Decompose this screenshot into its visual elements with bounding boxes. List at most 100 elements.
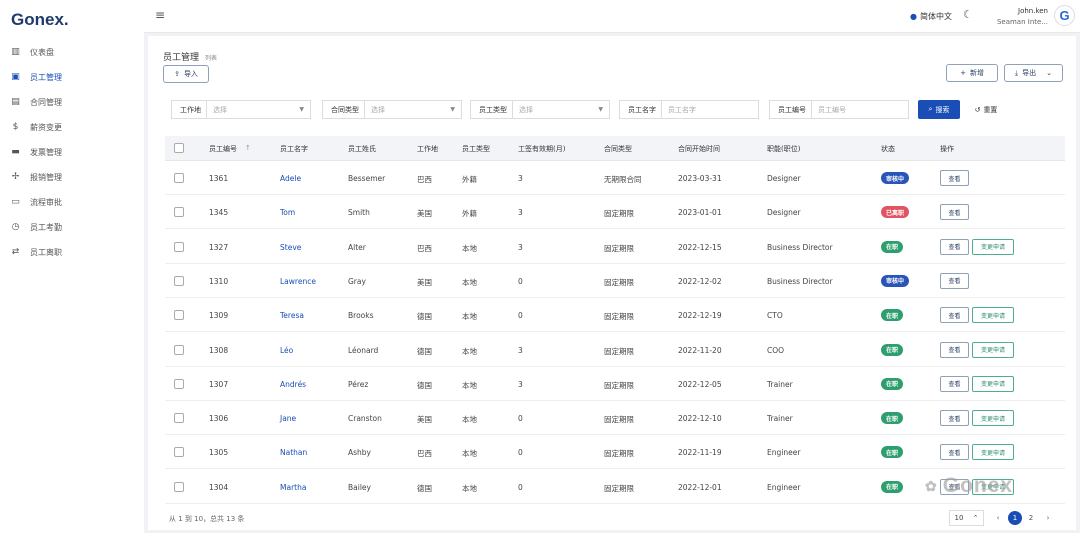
- row-checkbox[interactable]: [174, 481, 184, 492]
- add-button[interactable]: + 新增: [946, 64, 998, 82]
- row-checkbox[interactable]: [174, 207, 184, 218]
- cell-first[interactable]: Léo: [280, 346, 293, 355]
- view-button[interactable]: 查看: [940, 170, 969, 186]
- sidebar-item-4[interactable]: ▬ 发票管理: [10, 145, 62, 159]
- cell-start: 2022-12-05: [678, 379, 722, 389]
- change-request-button[interactable]: 变更申请: [972, 238, 1014, 255]
- change-request-button[interactable]: 变更申请: [972, 307, 1014, 324]
- page-button-1[interactable]: 1: [1008, 511, 1022, 525]
- search-icon: ⌕: [928, 105, 933, 113]
- user-name: John.ken: [1018, 7, 1048, 15]
- employee-id-placeholder: 员工编号: [818, 105, 846, 114]
- view-button[interactable]: 查看: [940, 410, 969, 427]
- import-button[interactable]: ⇪ 导入: [163, 65, 209, 83]
- cell-visa: 0: [518, 414, 523, 424]
- next-page-button[interactable]: ›: [1041, 511, 1055, 525]
- sidebar-item-label: 仪表盘: [30, 47, 54, 57]
- page-button-2[interactable]: 2: [1024, 511, 1038, 525]
- cell-start: 2022-12-19: [678, 311, 722, 321]
- column-header: 合同开始时间: [678, 145, 720, 153]
- cell-id: 1345: [209, 208, 229, 218]
- sidebar-item-label: 合同管理: [30, 97, 62, 107]
- view-button[interactable]: 查看: [940, 341, 969, 358]
- cell-first[interactable]: Adele: [280, 174, 301, 183]
- cell-first[interactable]: Steve: [280, 243, 301, 252]
- cell-id: 1309: [209, 311, 229, 321]
- cell-first[interactable]: Lawrence: [280, 277, 316, 286]
- status-badge: 在职: [881, 480, 904, 493]
- sidebar-item-5[interactable]: ✢ 报销管理: [10, 170, 62, 184]
- contract-type-select[interactable]: 合同类型 选择 ▼: [322, 100, 462, 119]
- watermark: ✿ Gonex: [925, 474, 1013, 498]
- view-button[interactable]: 查看: [940, 375, 969, 392]
- sidebar-item-8[interactable]: ⇄ 员工离职: [10, 245, 62, 259]
- row-checkbox[interactable]: [174, 447, 184, 458]
- sidebar-item-7[interactable]: ◷ 员工考勤: [10, 220, 62, 234]
- change-request-button[interactable]: 变更申请: [972, 341, 1014, 358]
- cell-last: Brooks: [348, 311, 374, 321]
- view-button[interactable]: 查看: [940, 272, 969, 289]
- row-checkbox[interactable]: [174, 241, 184, 252]
- employee-type-select[interactable]: 员工类型 选择 ▼: [470, 100, 610, 119]
- language-switcher[interactable]: ● 简体中文: [910, 11, 952, 22]
- page-size-value: 10: [954, 514, 964, 522]
- column-header[interactable]: 员工编号: [209, 144, 237, 154]
- cell-id: 1305: [209, 448, 229, 458]
- sidebar-item-0[interactable]: ▥ 仪表盘: [10, 45, 54, 59]
- cell-place: 美国: [417, 277, 432, 287]
- status-badge: 已离职: [881, 206, 910, 219]
- sidebar-item-6[interactable]: ▭ 流程审批: [10, 195, 62, 209]
- cell-first[interactable]: Tom: [280, 208, 295, 217]
- sidebar-item-2[interactable]: ▤ 合同管理: [10, 95, 62, 109]
- cell-type: 本地: [462, 243, 477, 253]
- cell-first[interactable]: Nathan: [280, 448, 307, 457]
- sort-asc-icon[interactable]: ↑: [245, 144, 251, 152]
- cell-role: Designer: [767, 174, 801, 183]
- contract-type-placeholder: 选择: [371, 105, 385, 114]
- row-checkbox[interactable]: [174, 173, 184, 183]
- row-checkbox[interactable]: [174, 413, 184, 424]
- dark-mode-icon[interactable]: ☾: [963, 8, 973, 21]
- sidebar: Gonex. ▥ 仪表盘 ▣ 员工管理 ▤ 合同管理 $ 薪资变更 ▬ 发票管理 ✢ 报销管理 ▭ 流程审…: [0, 0, 144, 533]
- select-all-checkbox[interactable]: [174, 143, 184, 153]
- cell-contract: 固定期限: [604, 346, 634, 356]
- view-button[interactable]: 查看: [940, 307, 969, 324]
- table-row: 1361 Adele Bessemer 巴西 外籍 3 无期限合同 2023-03-31 Des…: [165, 161, 1065, 195]
- sidebar-item-1[interactable]: ▣ 员工管理: [10, 70, 62, 84]
- app-logo[interactable]: Gonex.: [11, 10, 69, 30]
- menu-toggle-icon[interactable]: ≡: [155, 8, 165, 22]
- avatar[interactable]: G: [1054, 5, 1075, 26]
- cell-first[interactable]: Martha: [280, 483, 306, 492]
- cell-start: 2022-12-01: [678, 482, 722, 492]
- globe-icon: ●: [910, 12, 917, 21]
- chart-bars-icon: ▥: [11, 47, 20, 57]
- change-request-button[interactable]: 变更申请: [972, 375, 1014, 392]
- row-checkbox[interactable]: [174, 275, 184, 286]
- user-info[interactable]: John.ken Seaman Inte...: [990, 6, 1048, 28]
- workplace-placeholder: 选择: [213, 105, 227, 114]
- search-button[interactable]: ⌕ 搜索: [918, 100, 960, 119]
- export-button[interactable]: ⤓ 导出 ⌄: [1004, 64, 1063, 82]
- cell-first[interactable]: Andrés: [280, 380, 306, 389]
- view-button[interactable]: 查看: [940, 238, 969, 255]
- row-checkbox[interactable]: [174, 378, 184, 389]
- column-header: 状态: [881, 145, 895, 153]
- employee-id-field[interactable]: 员工编号 员工编号: [769, 100, 909, 119]
- cell-contract: 固定期限: [604, 449, 634, 459]
- cell-first[interactable]: Teresa: [280, 311, 304, 320]
- cell-first[interactable]: Jane: [280, 414, 296, 423]
- view-button[interactable]: 查看: [940, 204, 969, 221]
- page-size-select[interactable]: 10 ⌃: [949, 510, 984, 526]
- workplace-select[interactable]: 工作地 选择 ▼: [171, 100, 311, 119]
- cell-visa: 0: [518, 448, 523, 458]
- reset-button[interactable]: ↺ 重置: [965, 100, 1007, 119]
- row-checkbox[interactable]: [174, 344, 184, 355]
- change-request-button[interactable]: 变更申请: [972, 410, 1014, 427]
- employee-name-field[interactable]: 员工名字 员工名字: [619, 100, 759, 119]
- view-button[interactable]: 查看: [940, 444, 969, 461]
- change-request-button[interactable]: 变更申请: [972, 444, 1014, 461]
- cell-type: 本地: [462, 380, 477, 390]
- sidebar-item-3[interactable]: $ 薪资变更: [10, 120, 62, 134]
- row-checkbox[interactable]: [174, 310, 184, 321]
- prev-page-button[interactable]: ‹: [991, 511, 1005, 525]
